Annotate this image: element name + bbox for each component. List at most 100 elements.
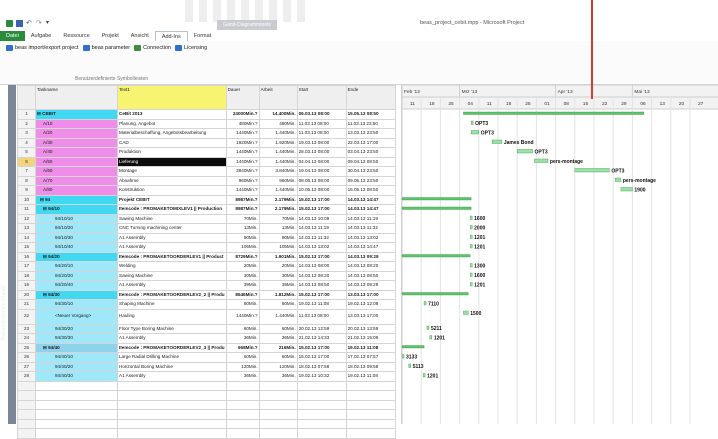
cell-work[interactable]: 120Min. — [258, 361, 298, 372]
row-number[interactable]: 14 — [17, 232, 36, 243]
cell-start[interactable]: 14.03.13 10:09 — [296, 213, 347, 224]
cell-start[interactable]: 19.02.13 11:08 — [296, 299, 347, 310]
cell-duration[interactable]: 60Min. — [225, 323, 260, 334]
cell-work[interactable]: 1.440Min. — [258, 128, 298, 139]
cell-taskname[interactable]: A/30 — [35, 137, 118, 148]
empty-cell[interactable] — [258, 399, 298, 410]
table-row[interactable]: 5 A/40 Produktion 1440Min.? 1.440Min. 28.03.1… — [17, 147, 396, 158]
table-row[interactable]: 13 94/10/20 CNC Turning machining center 13… — [17, 223, 396, 234]
cell-work[interactable]: 960Min. — [258, 175, 298, 186]
empty-cell[interactable] — [17, 380, 36, 391]
cell-end[interactable]: 14.03.13 09:29 — [345, 280, 396, 291]
table-row[interactable]: 4 A/30 CAD 1920Min.? 1.920Min. 19.03.13 08:00… — [17, 137, 396, 148]
cell-end[interactable]: 14.03.13 14:47 — [345, 204, 396, 215]
cell-text1[interactable]: Materialbeschaffung, Angebotsbearbeitung — [117, 128, 227, 139]
cell-start[interactable]: 11.03.13 08:00 — [296, 128, 347, 139]
cell-end[interactable]: 13.03.13 17:00 — [345, 289, 396, 300]
row-number[interactable]: 7 — [17, 166, 36, 177]
cell-text1[interactable]: Hauling — [117, 308, 227, 325]
cell-duration[interactable]: 1440Min.? — [225, 308, 260, 325]
cell-duration[interactable]: 30Min. — [225, 270, 260, 281]
row-number[interactable]: 27 — [17, 361, 36, 372]
empty-row[interactable] — [17, 428, 396, 439]
view-bar[interactable] — [8, 85, 16, 424]
cell-start[interactable]: 06.03.13 08:00 — [296, 109, 347, 120]
cell-end[interactable]: 14.03.13 11:19 — [345, 213, 396, 224]
cell-end[interactable]: 14.03.13 14:47 — [345, 242, 396, 253]
table-row[interactable]: 9 A/80 Konstruktion 1440Min.? 1.440Min. 10.05… — [17, 185, 396, 196]
cell-text1[interactable]: Itemcode : PROMAKETOORDERLEV2_2 || Produ — [117, 289, 227, 300]
connection-button[interactable]: Connection — [134, 45, 171, 51]
cell-duration[interactable]: 1440Min.? — [225, 147, 260, 158]
cell-work[interactable]: 39Min. — [258, 280, 298, 291]
row-number[interactable]: 18 — [17, 270, 36, 281]
row-number[interactable]: 5 — [17, 147, 36, 158]
cell-text1[interactable]: CAD — [117, 137, 227, 148]
cell-end[interactable]: 14.03.13 11:32 — [345, 223, 396, 234]
empty-cell[interactable] — [296, 380, 347, 391]
empty-cell[interactable] — [117, 380, 227, 391]
cell-taskname[interactable]: 94/30/10 — [35, 299, 118, 310]
cell-start[interactable]: 14.03.13 08:50 — [296, 280, 347, 291]
cell-start[interactable]: 08.05.13 08:00 — [296, 175, 347, 186]
cell-taskname[interactable]: 94/30/30 — [35, 333, 118, 344]
row-number[interactable]: 19 — [17, 280, 36, 291]
tab-ressource[interactable]: Ressource — [57, 31, 95, 41]
redo-icon[interactable]: ↷ — [36, 20, 43, 27]
cell-duration[interactable]: 120Min. — [225, 361, 260, 372]
empty-cell[interactable] — [35, 380, 118, 391]
cell-work[interactable]: 13Min. — [258, 223, 298, 234]
empty-cell[interactable] — [117, 428, 227, 439]
cell-start[interactable]: 19.03.13 08:00 — [296, 137, 347, 148]
row-number[interactable]: 25 — [17, 342, 36, 353]
cell-end[interactable]: 13.03.13 17:00 — [345, 308, 396, 325]
cell-taskname[interactable]: A/70 — [35, 175, 118, 186]
cell-end[interactable]: 14.03.13 08:20 — [345, 261, 396, 272]
beas-parameter-button[interactable]: beas parameter — [82, 45, 130, 51]
table-row[interactable]: 19 94/20/40 A1 Assembly 39Min. 39Min. 14.03.1… — [17, 280, 396, 291]
cell-work[interactable]: 1.440Min. — [258, 308, 298, 325]
cell-duration[interactable]: 20Min. — [225, 261, 260, 272]
cell-end[interactable]: 13.03.13 23:50 — [345, 128, 396, 139]
cell-text1[interactable]: Shaping Machine — [117, 299, 227, 310]
empty-cell[interactable] — [225, 428, 260, 439]
empty-cell[interactable] — [345, 409, 396, 420]
cell-start[interactable]: 18.02.13 07:58 — [296, 361, 347, 372]
cell-start[interactable]: 14.03.13 08:00 — [296, 261, 347, 272]
cell-duration[interactable]: 90Min. — [225, 232, 260, 243]
cell-end[interactable]: 30.04.13 23:50 — [345, 166, 396, 177]
empty-cell[interactable] — [117, 409, 227, 420]
cell-end[interactable]: 17.02.13 07:57 — [345, 352, 396, 363]
empty-cell[interactable] — [258, 409, 298, 420]
empty-cell[interactable] — [296, 399, 347, 410]
cell-text1[interactable]: Welding — [117, 261, 227, 272]
cell-taskname[interactable]: ⊟ 94/40 — [35, 342, 118, 353]
cell-text1[interactable]: A1 Assembly — [117, 232, 227, 243]
row-number[interactable]: 28 — [17, 371, 36, 382]
empty-cell[interactable] — [35, 409, 118, 420]
cell-work[interactable]: 60Min. — [258, 299, 298, 310]
cell-duration[interactable]: 1440Min.? — [225, 128, 260, 139]
table-row[interactable]: 11 ⊟ 94/10 Itemcode : PROMAKETOMIXLEV1 || … — [17, 204, 396, 215]
cell-start[interactable]: 15.02.13 17:00 — [296, 194, 347, 205]
cell-taskname[interactable]: 94/30/20 — [35, 323, 118, 334]
cell-duration[interactable]: 480Min.? — [225, 118, 260, 129]
cell-duration[interactable]: 3840Min.? — [225, 166, 260, 177]
cell-work[interactable]: 1.920Min. — [258, 137, 298, 148]
empty-cell[interactable] — [17, 428, 36, 439]
row-number[interactable]: 22 — [17, 308, 36, 325]
table-row[interactable]: 10 ⊟ 94 Projekt CEBIT 8987Min.? 2.179Min. 15.… — [17, 194, 396, 205]
cell-work[interactable]: 1.812Min. — [258, 289, 298, 300]
tab-format[interactable]: Format — [188, 31, 217, 41]
column-header-start[interactable]: Start — [296, 85, 347, 110]
empty-cell[interactable] — [17, 390, 36, 401]
cell-duration[interactable]: 60Min. — [225, 299, 260, 310]
table-row[interactable]: 3 A/20 Materialbeschaffung, Angebotsbearbe… — [17, 128, 396, 139]
row-number[interactable]: 6 — [17, 156, 36, 167]
row-number[interactable]: 13 — [17, 223, 36, 234]
cell-duration[interactable]: 8987Min.? — [225, 204, 260, 215]
empty-cell[interactable] — [35, 390, 118, 401]
cell-end[interactable]: 21.02.13 15:09 — [345, 333, 396, 344]
gantt-canvas[interactable]: Feb '13 Mrz '13 Apr '13 Mai '13 11 18 25 04 11 18… — [402, 85, 718, 424]
cell-duration[interactable]: 1440Min.? — [225, 185, 260, 196]
